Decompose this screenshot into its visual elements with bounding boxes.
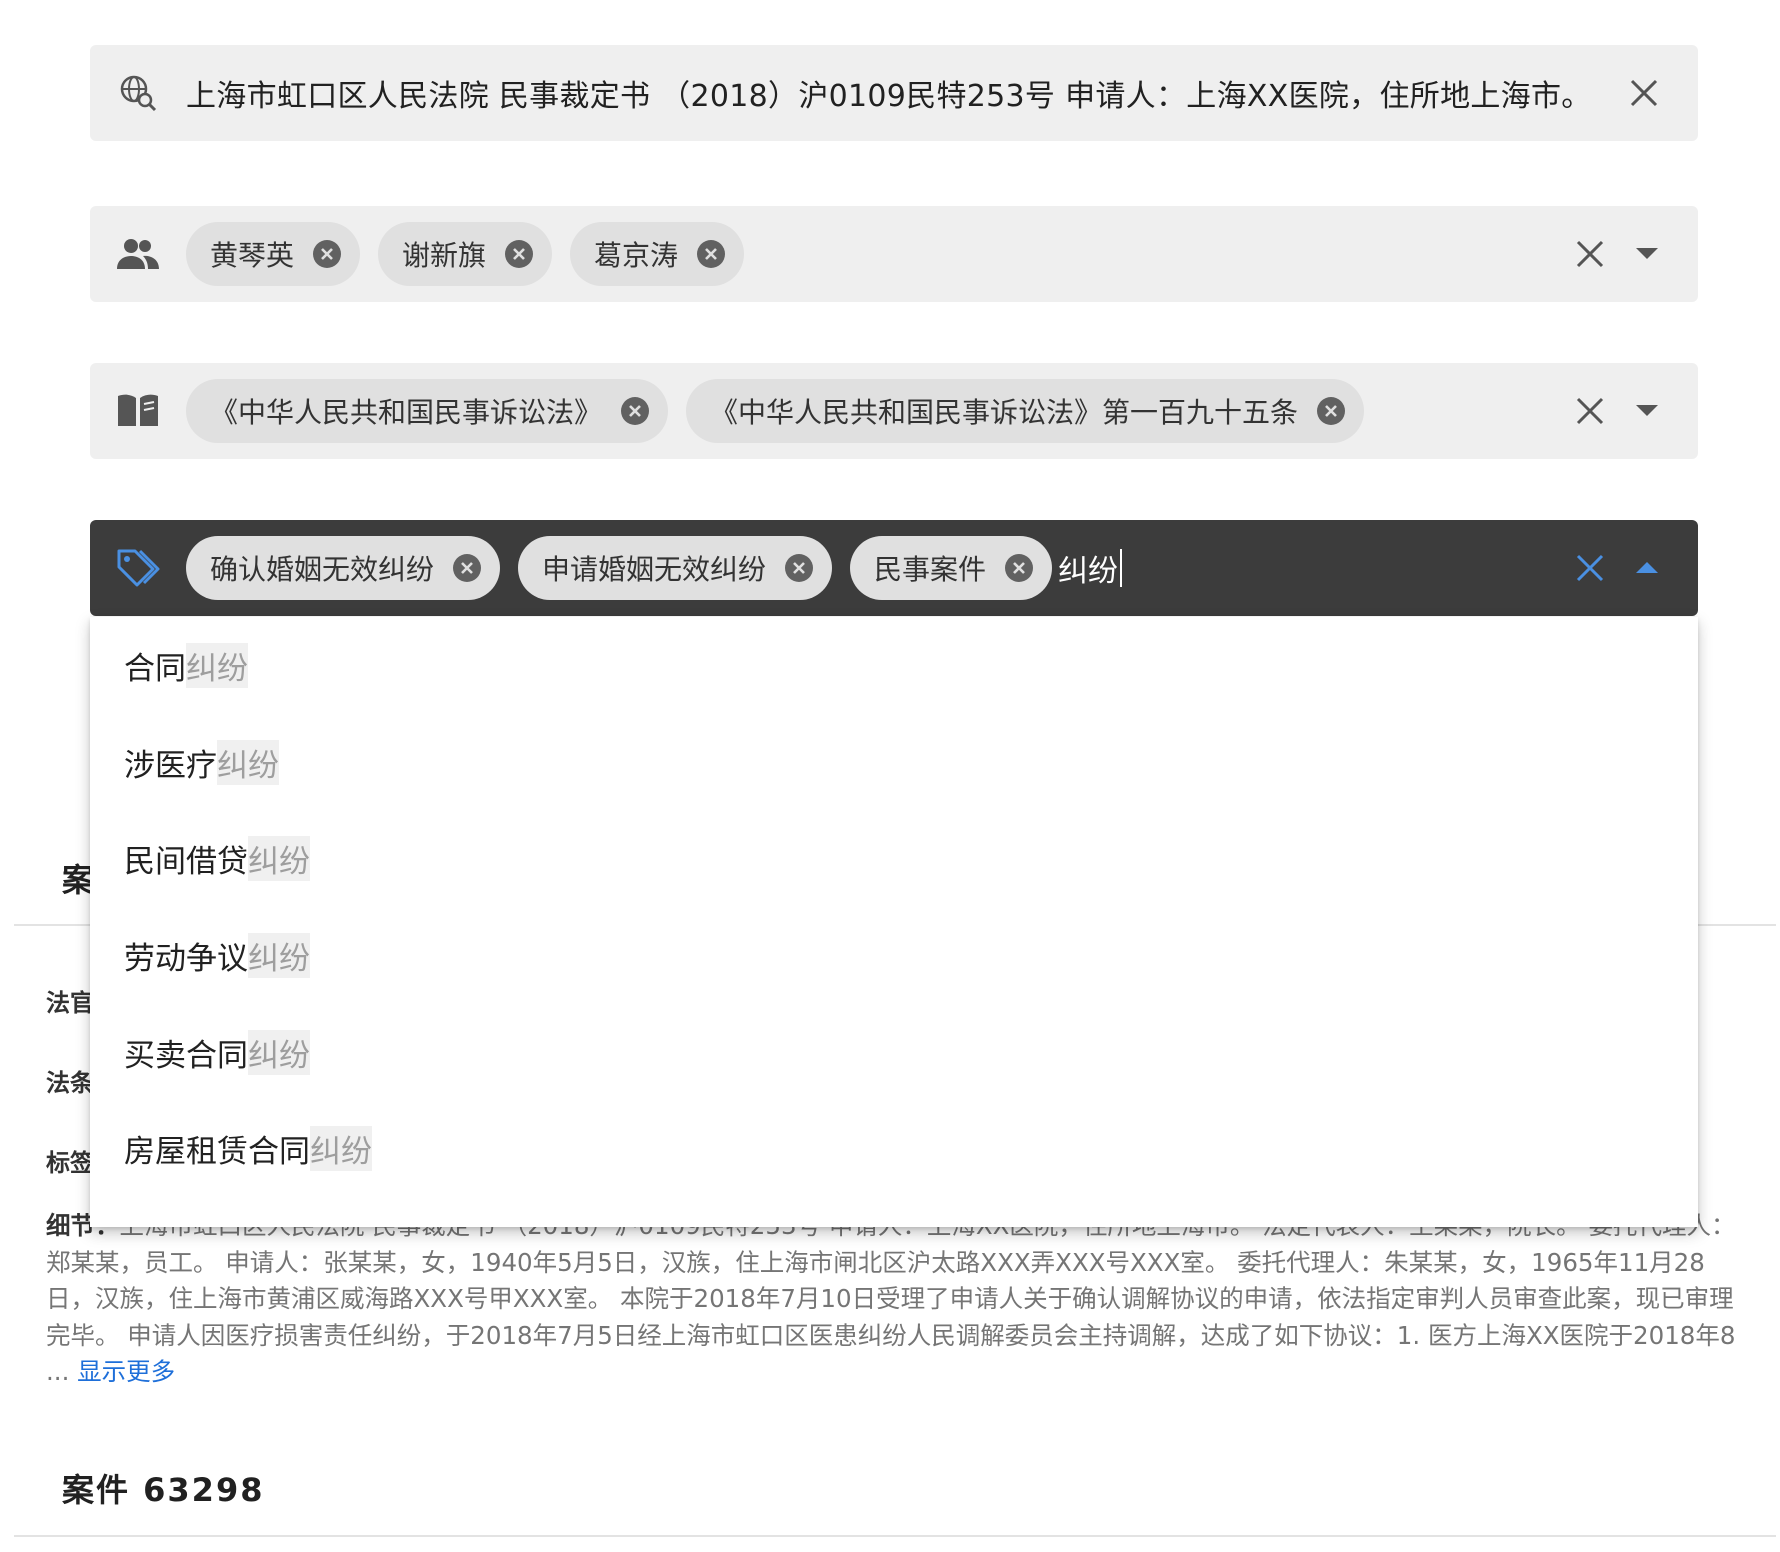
tag-icon [116, 546, 160, 590]
suggestion-item[interactable]: 买卖合同 纠纷 [90, 1004, 1698, 1101]
suggestion-item[interactable]: 合同 纠纷 [90, 617, 1698, 714]
suggestion-item[interactable]: 劳动争议 纠纷 [90, 907, 1698, 1004]
remove-chip-icon[interactable] [452, 553, 482, 583]
globe-search-icon [116, 71, 160, 115]
people-icon [116, 232, 160, 276]
law-chip[interactable]: 《中华人民共和国民事诉讼法》 [186, 379, 669, 443]
tag-input[interactable]: 纠纷 [1058, 546, 1123, 590]
clear-search-icon[interactable] [1626, 75, 1662, 111]
book-icon [116, 389, 160, 433]
tag-suggestion-dropdown: 合同 纠纷 涉医疗 纠纷 民间借贷 纠纷 劳动争议 纠纷 买卖合同 纠纷 房屋租赁合同 纠纷 [90, 617, 1698, 1227]
remove-chip-icon[interactable] [620, 396, 650, 426]
laws-filter-bar[interactable]: 《中华人民共和国民事诉讼法》 《中华人民共和国民事诉讼法》第一百九十五条 [90, 363, 1698, 459]
remove-chip-icon[interactable] [1004, 553, 1034, 583]
tag-chip[interactable]: 民事案件 [850, 536, 1053, 600]
dropdown-arrow-icon[interactable] [1632, 396, 1662, 426]
tag-field-label: 标签 [46, 1149, 94, 1177]
detail-text: 上海市虹口区人民法院 民事裁定书 （2018）沪0109民特253号 申请人：上… [46, 1211, 1736, 1386]
case-detail: 细节：上海市虹口区人民法院 民事裁定书 （2018）沪0109民特253号 申请… [46, 1208, 1746, 1391]
judge-field-label: 法官 [46, 989, 94, 1017]
remove-chip-icon[interactable] [784, 553, 814, 583]
judges-filter-bar[interactable]: 黄琴英 谢新旗 葛京涛 [90, 206, 1698, 302]
suggestion-item[interactable]: 涉医疗 纠纷 [90, 714, 1698, 811]
judge-chip[interactable]: 谢新旗 [378, 222, 553, 286]
text-caret [1120, 549, 1123, 587]
tag-chip[interactable]: 申请婚姻无效纠纷 [518, 536, 833, 600]
clear-judges-icon[interactable] [1572, 236, 1608, 272]
dropdown-arrow-up-icon[interactable] [1632, 553, 1662, 583]
fulltext-search-bar[interactable]: 上海市虹口区人民法院 民事裁定书 （2018）沪0109民特253号 申请人：上… [90, 45, 1698, 141]
suggestion-item[interactable]: 民间借贷 纠纷 [90, 810, 1698, 907]
judge-chip[interactable]: 黄琴英 [186, 222, 361, 286]
remove-chip-icon[interactable] [1316, 396, 1346, 426]
tags-filter-bar[interactable]: 确认婚姻无效纠纷 申请婚姻无效纠纷 民事案件 纠纷 [90, 520, 1698, 616]
remove-chip-icon[interactable] [504, 239, 534, 269]
law-chip[interactable]: 《中华人民共和国民事诉讼法》第一百九十五条 [686, 379, 1365, 443]
judge-chip[interactable]: 葛京涛 [570, 222, 745, 286]
remove-chip-icon[interactable] [696, 239, 726, 269]
dropdown-arrow-icon[interactable] [1632, 239, 1662, 269]
law-field-label: 法条 [46, 1069, 94, 1097]
case-heading: 案件 63298 [62, 1471, 265, 1509]
tag-chip[interactable]: 确认婚姻无效纠纷 [186, 536, 501, 600]
clear-tags-icon[interactable] [1572, 550, 1608, 586]
remove-chip-icon[interactable] [312, 239, 342, 269]
divider [14, 1535, 1776, 1537]
suggestion-item[interactable]: 房屋租赁合同 纠纷 [90, 1100, 1698, 1197]
show-more-link[interactable]: 显示更多 [77, 1357, 175, 1386]
clear-laws-icon[interactable] [1572, 393, 1608, 429]
search-query-text[interactable]: 上海市虹口区人民法院 民事裁定书 （2018）沪0109民特253号 申请人：上… [186, 71, 1606, 115]
